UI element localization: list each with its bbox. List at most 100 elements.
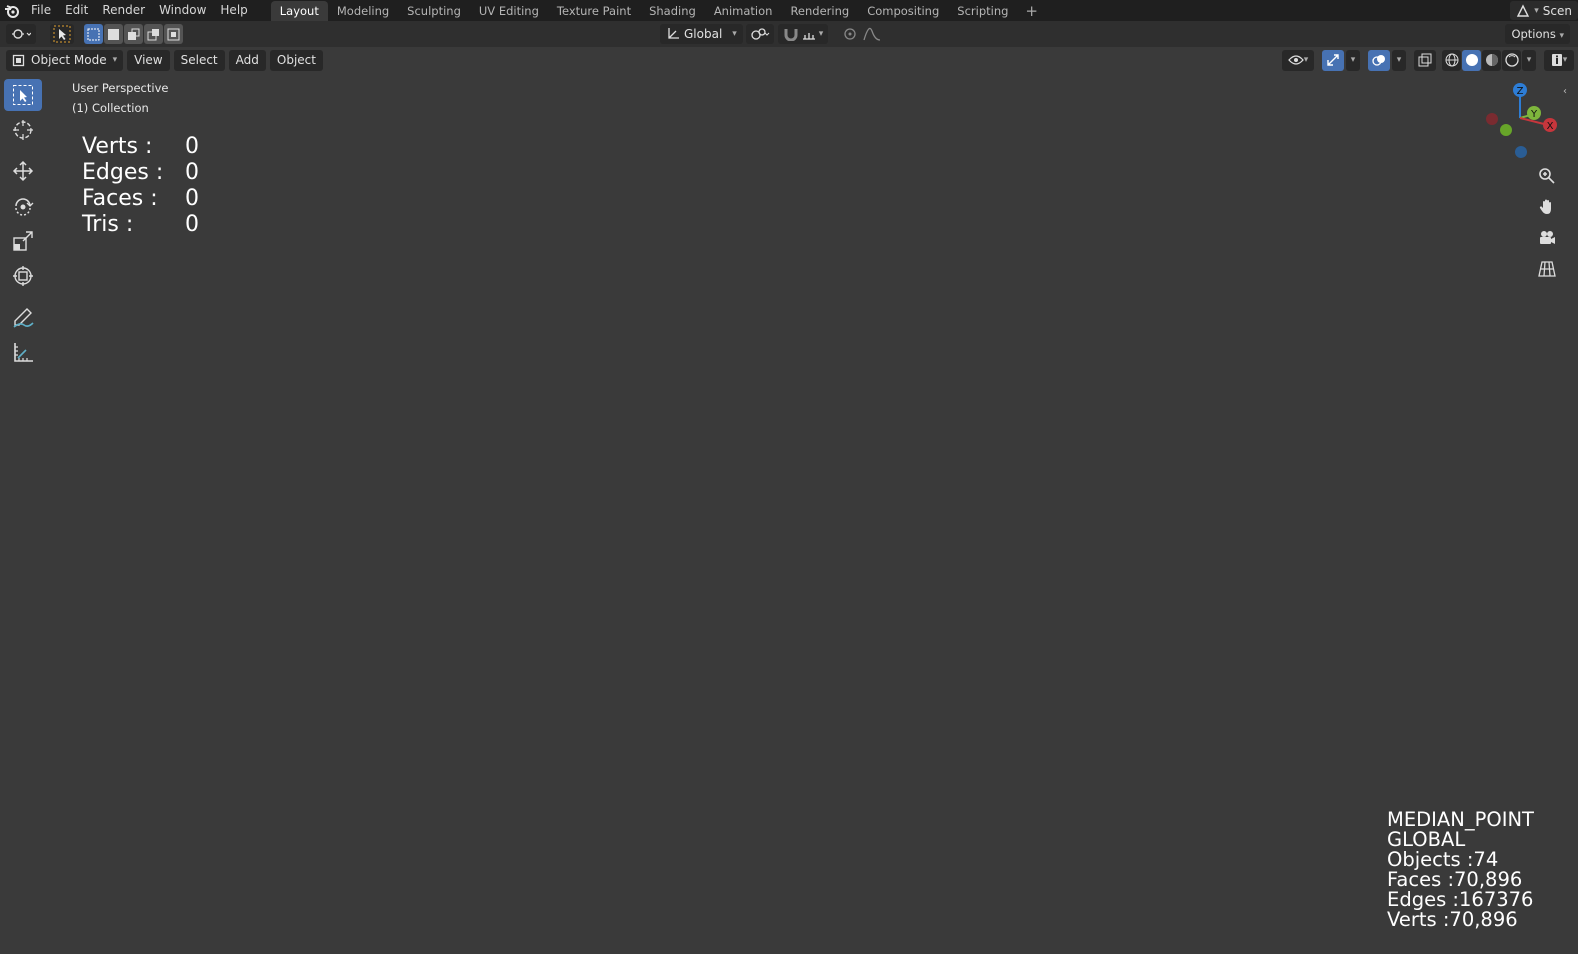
tab-uv-editing[interactable]: UV Editing xyxy=(470,1,548,21)
chevron-down-icon: ▾ xyxy=(1559,31,1564,41)
proportional-edit-group[interactable] xyxy=(836,24,888,44)
editor-type-button[interactable] xyxy=(6,24,36,44)
objects-count: Objects :74 xyxy=(1387,848,1499,871)
shading-wireframe-button[interactable] xyxy=(1442,49,1461,71)
gizmo-neg-y-ball[interactable] xyxy=(1500,124,1512,136)
rotate-icon xyxy=(15,198,34,216)
camera-view-button[interactable] xyxy=(1533,224,1561,252)
scale-tool[interactable] xyxy=(4,225,42,257)
select-extend-button[interactable] xyxy=(104,24,123,44)
gizmo-neg-x-ball[interactable] xyxy=(1486,113,1498,125)
options-label: Options xyxy=(1511,27,1556,41)
gizmo-toggle-button[interactable] xyxy=(1322,49,1344,71)
zoom-view-button[interactable] xyxy=(1533,162,1561,190)
annotate-tool[interactable] xyxy=(4,301,42,333)
collection-name: (1) Collection xyxy=(72,101,149,115)
select-subtract-icon xyxy=(128,28,140,40)
tab-compositing[interactable]: Compositing xyxy=(858,1,948,21)
tab-texture-paint[interactable]: Texture Paint xyxy=(548,1,640,21)
chevron-down-icon: ▾ xyxy=(732,29,737,39)
overlays-dropdown[interactable]: ▾ xyxy=(1392,49,1406,71)
gizmo-x-label: X xyxy=(1547,121,1554,132)
overlays-toggle-button[interactable] xyxy=(1368,49,1390,71)
tab-shading[interactable]: Shading xyxy=(640,1,705,21)
gizmo-dropdown[interactable]: ▾ xyxy=(1346,49,1360,71)
annotate-pencil-icon xyxy=(13,308,34,328)
eye-icon xyxy=(1287,55,1304,65)
zoom-magnifier-icon xyxy=(1539,168,1555,184)
tab-scripting[interactable]: Scripting xyxy=(948,1,1017,21)
select-intersect-button[interactable] xyxy=(164,24,183,44)
proportional-edit-icon xyxy=(844,28,856,40)
menu-window[interactable]: Window xyxy=(152,0,213,21)
3d-viewport[interactable] xyxy=(0,47,1578,954)
select-new-button[interactable] xyxy=(84,24,103,44)
tool-settings-header: Global ▾ ▾ Options ▾ xyxy=(0,21,1578,47)
select-difference-button[interactable] xyxy=(144,24,163,44)
y-axis-line xyxy=(139,199,1251,954)
scale-icon xyxy=(13,231,33,251)
stat-faces: Faces :0 xyxy=(82,186,199,211)
x-axis-line xyxy=(0,705,851,954)
menu-edit[interactable]: Edit xyxy=(58,0,95,21)
select-tool-indicator[interactable] xyxy=(50,24,74,44)
sidebar-info-dropdown[interactable]: ▾ xyxy=(1544,49,1574,71)
shading-dropdown[interactable]: ▾ xyxy=(1522,49,1536,71)
select-box-tool[interactable] xyxy=(4,79,42,111)
gizmo-neg-z-ball[interactable] xyxy=(1515,146,1527,158)
orientation-text: GLOBAL xyxy=(1387,828,1466,851)
add-workspace-button[interactable]: + xyxy=(1017,1,1046,21)
snapping-group[interactable]: ▾ xyxy=(778,24,828,44)
tab-animation[interactable]: Animation xyxy=(705,1,782,21)
shading-rendered-button[interactable] xyxy=(1502,49,1521,71)
menu-object[interactable]: Object xyxy=(269,49,323,71)
menu-view[interactable]: View xyxy=(127,49,170,71)
menu-select[interactable]: Select xyxy=(173,49,225,71)
rotate-tool[interactable] xyxy=(4,190,42,222)
options-dropdown[interactable]: Options ▾ xyxy=(1505,24,1570,44)
cursor-select-icon xyxy=(53,25,71,43)
tab-modeling[interactable]: Modeling xyxy=(328,1,398,21)
shading-solid-button[interactable] xyxy=(1462,49,1481,71)
scene-icon xyxy=(1517,3,1530,17)
workspace-tabs: Layout Modeling Sculpting UV Editing Tex… xyxy=(270,0,1046,21)
stat-verts: Verts :0 xyxy=(82,134,199,159)
shading-material-button[interactable] xyxy=(1482,49,1501,71)
viewport-header: Object Mode ▾ View Select Add Object ▾ ▾… xyxy=(0,47,1578,73)
move-arrows-icon xyxy=(12,160,34,182)
chevron-down-icon: ▾ xyxy=(818,29,824,39)
move-tool[interactable] xyxy=(4,155,42,187)
select-box-icon xyxy=(13,85,33,105)
interaction-mode-dropdown[interactable]: Object Mode ▾ xyxy=(6,49,124,71)
menu-help[interactable]: Help xyxy=(213,0,254,21)
camera-icon xyxy=(1540,231,1555,244)
pivot-point-dropdown[interactable] xyxy=(746,24,774,44)
tab-layout[interactable]: Layout xyxy=(270,1,328,21)
transform-tool[interactable] xyxy=(4,260,42,292)
ortho-toggle-button[interactable] xyxy=(1533,255,1561,283)
tab-sculpting[interactable]: Sculpting xyxy=(398,1,470,21)
sidebar-toggle-arrow[interactable]: ‹ xyxy=(1563,86,1578,102)
screencast-overlay: MEDIAN_POINT GLOBAL Objects :74 Faces :7… xyxy=(1387,810,1534,930)
scene-name: Scen xyxy=(1542,3,1572,18)
rendered-sphere-icon xyxy=(1504,53,1519,67)
navigation-gizmo[interactable]: Z Y X xyxy=(1478,80,1574,164)
tab-rendering[interactable]: Rendering xyxy=(781,1,858,21)
menu-render[interactable]: Render xyxy=(95,0,152,21)
visibility-dropdown[interactable]: ▾ xyxy=(1282,49,1314,71)
select-subtract-button[interactable] xyxy=(124,24,143,44)
xray-toggle-button[interactable] xyxy=(1414,49,1436,71)
pivot-mode-text: MEDIAN_POINT xyxy=(1387,808,1534,831)
cursor-tool[interactable] xyxy=(4,114,42,146)
menu-file[interactable]: File xyxy=(24,0,58,21)
transform-orientation-dropdown[interactable]: Global ▾ xyxy=(660,24,743,44)
scene-selector[interactable]: ▾ Scen xyxy=(1510,0,1578,21)
pan-view-button[interactable] xyxy=(1533,193,1561,221)
blender-logo-icon[interactable] xyxy=(0,0,24,21)
menu-add[interactable]: Add xyxy=(228,49,266,71)
viewport-canvas[interactable] xyxy=(0,47,1578,954)
chevron-left-icon: ‹ xyxy=(1563,86,1567,97)
gizmo-arrows-icon xyxy=(1327,54,1339,66)
measure-tool[interactable] xyxy=(4,336,42,368)
object-mode-icon xyxy=(12,54,25,66)
